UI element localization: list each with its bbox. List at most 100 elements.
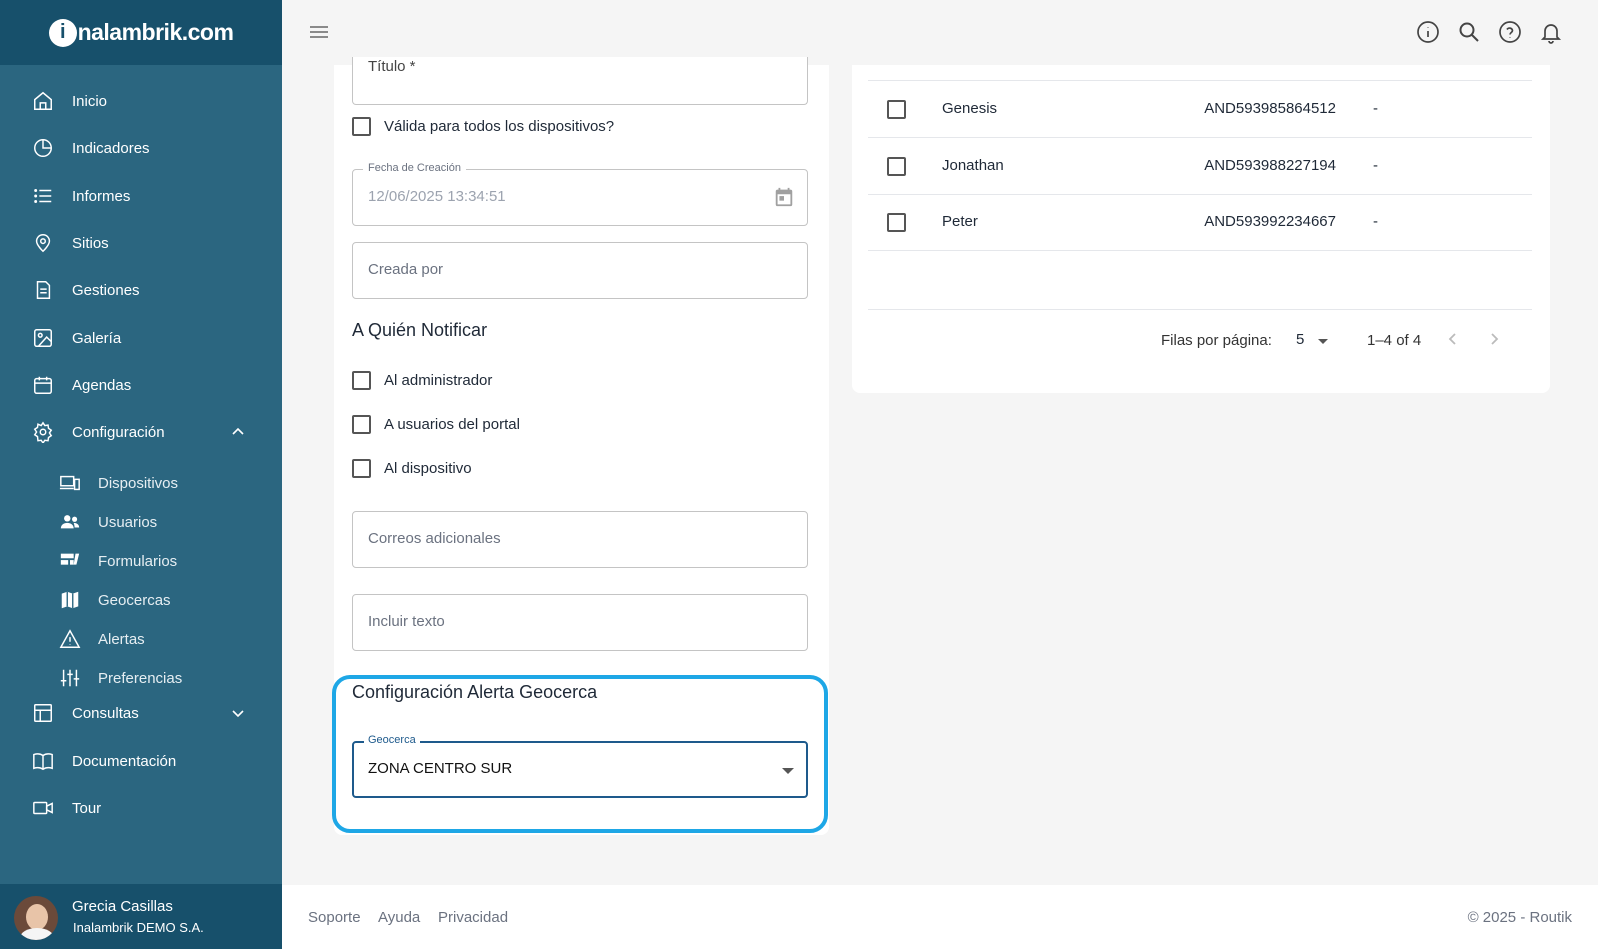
valid-all-checkbox[interactable]	[352, 116, 371, 136]
device-name: Peter	[942, 213, 978, 230]
correos-adicionales-placeholder: Correos adicionales	[368, 530, 501, 547]
dropdown-arrow-icon	[782, 768, 794, 774]
sidebar-item-configuracion[interactable]: Configuración	[0, 410, 282, 454]
sidebar-subitem-label: Geocercas	[98, 591, 171, 609]
user-org: Inalambrik DEMO S.A.	[73, 920, 204, 935]
fecha-creacion-value: 12/06/2025 13:34:51	[368, 188, 506, 205]
notify-device-row[interactable]: Al dispositivo	[352, 456, 472, 480]
sidebar-subitem-dispositivos[interactable]: Dispositivos	[0, 465, 282, 501]
sidebar-item-label: Configuración	[72, 423, 165, 441]
incluir-texto-field[interactable]: Incluir texto	[352, 594, 808, 651]
row-checkbox[interactable]	[887, 213, 906, 232]
table-row[interactable]: Genesis AND593985864512 -	[868, 81, 1532, 138]
sidebar-item-indicadores[interactable]: Indicadores	[0, 126, 282, 170]
logo-mark: i	[48, 18, 77, 47]
sidebar-subitem-label: Preferencias	[98, 669, 183, 687]
device-id: AND593992234667	[1204, 213, 1336, 230]
search-icon[interactable]	[1455, 18, 1483, 46]
notify-admin-label: Al administrador	[384, 371, 493, 389]
pagination-range: 1–4 of 4	[1367, 332, 1422, 349]
device-extra: -	[1373, 213, 1378, 230]
sidebar-item-sitios[interactable]: Sitios	[0, 221, 282, 265]
user-name: Grecia Casillas	[72, 898, 173, 915]
map-icon	[59, 589, 81, 611]
footer-link-soporte[interactable]: Soporte	[308, 909, 361, 926]
valid-all-label: Válida para todos los dispositivos?	[384, 117, 615, 135]
device-id: AND593985864512	[1204, 100, 1336, 117]
image-icon	[32, 327, 54, 349]
titulo-field[interactable]: Título *	[352, 57, 808, 105]
sidebar-subitem-alertas[interactable]: Alertas	[0, 621, 282, 657]
devices-table-panel: Genesis AND593985864512 - Jonathan AND59…	[852, 65, 1550, 393]
rows-per-page-select[interactable]: 5	[1296, 329, 1346, 353]
footer-link-ayuda[interactable]: Ayuda	[378, 909, 420, 926]
hamburger-menu-icon[interactable]	[306, 19, 332, 45]
gear-icon	[32, 421, 54, 443]
notify-admin-checkbox[interactable]	[352, 370, 371, 390]
rows-per-page-label: Filas por página:	[1161, 332, 1272, 349]
rows-per-page-value: 5	[1296, 331, 1305, 348]
document-icon	[32, 279, 54, 301]
home-icon	[32, 90, 54, 112]
divider	[868, 309, 1532, 310]
titulo-label: Título *	[368, 58, 416, 75]
dropdown-arrow-icon	[1318, 339, 1328, 344]
users-icon	[59, 511, 81, 533]
geocerca-value: ZONA CENTRO SUR	[368, 760, 513, 777]
notify-portal-users-checkbox[interactable]	[352, 414, 371, 434]
top-bar	[282, 0, 1598, 65]
sidebar-item-informes[interactable]: Informes	[0, 174, 282, 218]
notify-device-checkbox[interactable]	[352, 458, 371, 478]
sidebar-subitem-formularios[interactable]: Formularios	[0, 543, 282, 579]
sidebar-item-gestiones[interactable]: Gestiones	[0, 268, 282, 312]
sidebar-item-galeria[interactable]: Galería	[0, 316, 282, 360]
footer-link-privacidad[interactable]: Privacidad	[438, 909, 508, 926]
sidebar-subitem-label: Formularios	[98, 552, 178, 570]
row-checkbox[interactable]	[887, 100, 906, 119]
sidebar-item-tour[interactable]: Tour	[0, 786, 282, 830]
table-row[interactable]: Peter AND593992234667 -	[868, 194, 1532, 251]
correos-adicionales-field[interactable]: Correos adicionales	[352, 511, 808, 568]
geocerca-select[interactable]: Geocerca ZONA CENTRO SUR	[352, 734, 808, 798]
info-icon[interactable]	[1414, 18, 1442, 46]
incluir-texto-placeholder: Incluir texto	[368, 613, 445, 630]
device-extra: -	[1373, 100, 1378, 117]
sidebar-item-label: Sitios	[72, 234, 109, 252]
bell-icon[interactable]	[1537, 18, 1565, 46]
sidebar-subitem-usuarios[interactable]: Usuarios	[0, 504, 282, 540]
table-row[interactable]: Jonathan AND593988227194 -	[868, 138, 1532, 195]
sidebar-item-agendas[interactable]: Agendas	[0, 363, 282, 407]
sidebar-subitem-label: Usuarios	[98, 513, 158, 531]
sidebar-item-label: Galería	[72, 329, 122, 347]
creada-por-field[interactable]: Creada por	[352, 242, 808, 299]
chevron-left-icon	[1448, 333, 1456, 345]
sidebar-item-label: Documentación	[72, 752, 177, 770]
brand-logo[interactable]: i nalambrik.com	[0, 0, 282, 65]
sidebar-item-consultas[interactable]: Consultas	[0, 691, 282, 735]
valid-all-checkbox-row[interactable]: Válida para todos los dispositivos?	[352, 114, 614, 138]
geocerca-section-title: Configuración Alerta Geocerca	[352, 682, 598, 702]
sidebar-item-label: Tour	[72, 799, 102, 817]
calendar-icon	[32, 374, 54, 396]
sidebar-subitem-geocercas[interactable]: Geocercas	[0, 582, 282, 618]
logo-text: nalambrik.com	[77, 19, 234, 45]
notify-section-title: A Quién Notificar	[352, 320, 488, 340]
notify-portal-users-row[interactable]: A usuarios del portal	[352, 412, 520, 436]
sidebar-item-documentacion[interactable]: Documentación	[0, 739, 282, 783]
sidebar: i nalambrik.com Inicio Indicadores Infor…	[0, 0, 282, 949]
fecha-creacion-legend: Fecha de Creación	[363, 162, 466, 174]
notify-admin-row[interactable]: Al administrador	[352, 368, 492, 392]
device-id: AND593988227194	[1204, 157, 1336, 174]
row-checkbox[interactable]	[887, 157, 906, 176]
next-page-button[interactable]	[1480, 325, 1508, 353]
sidebar-item-label: Informes	[72, 187, 131, 205]
calendar-icon[interactable]	[773, 186, 795, 208]
device-name: Genesis	[942, 100, 998, 117]
help-icon[interactable]	[1496, 18, 1524, 46]
prev-page-button[interactable]	[1439, 325, 1467, 353]
user-profile[interactable]: Grecia Casillas Inalambrik DEMO S.A.	[0, 884, 282, 949]
warning-icon	[59, 628, 81, 650]
forms-icon	[59, 550, 81, 572]
sidebar-item-inicio[interactable]: Inicio	[0, 79, 282, 123]
book-icon	[32, 750, 54, 772]
